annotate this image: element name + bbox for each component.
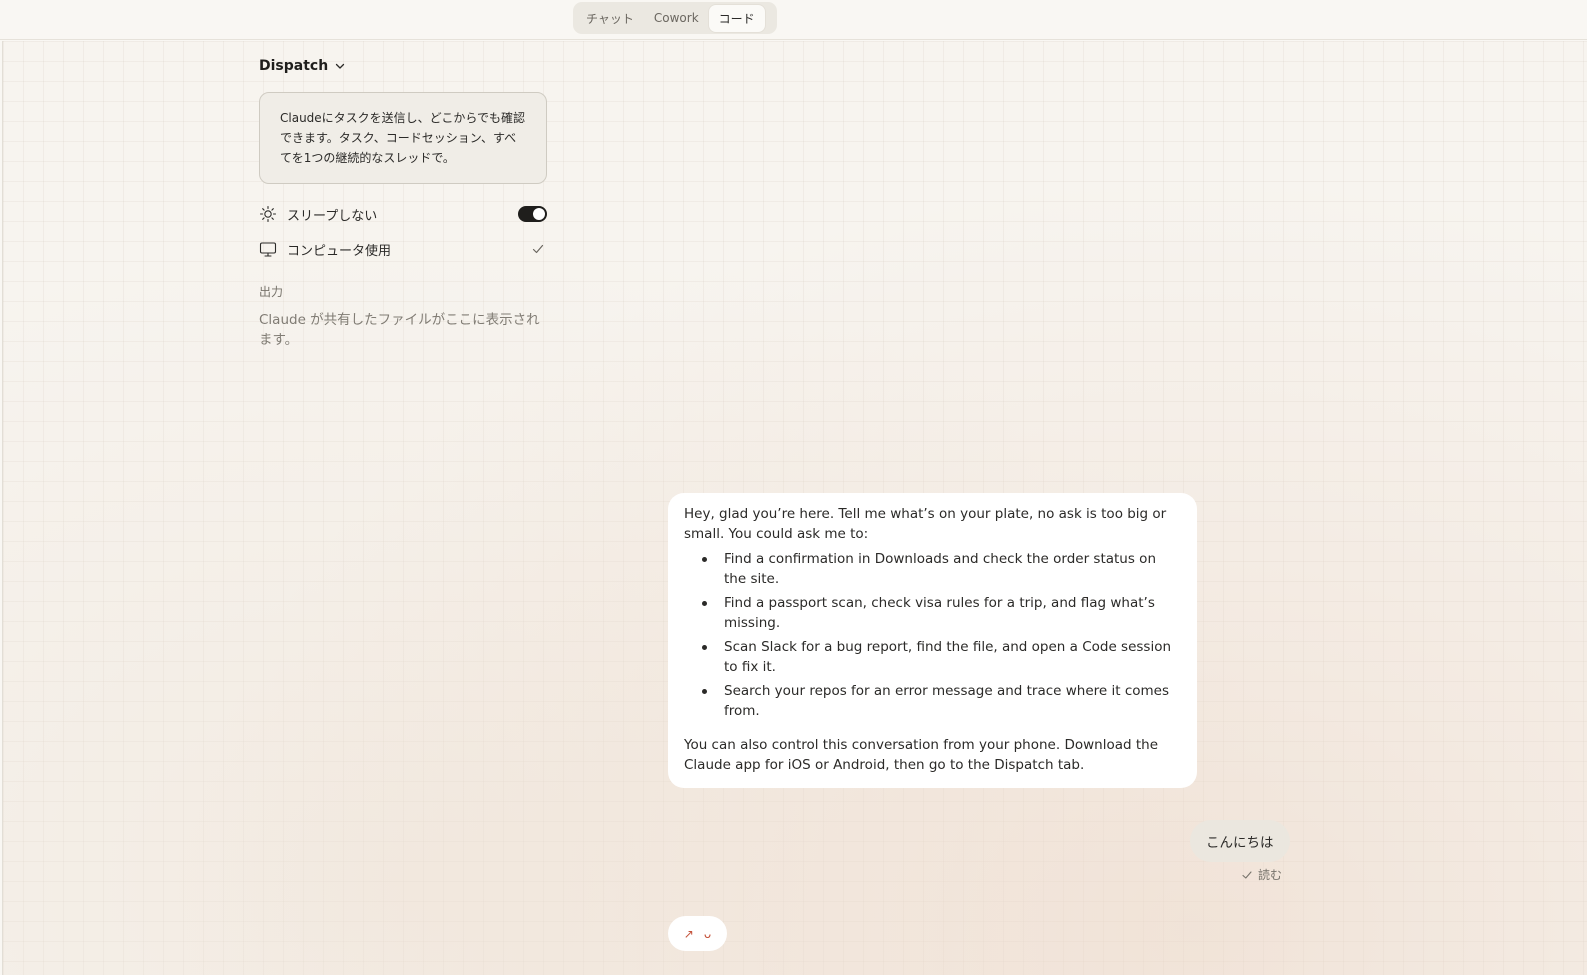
monitor-icon	[259, 240, 277, 258]
tab-code[interactable]: コード	[708, 4, 765, 32]
dispatch-dropdown[interactable]: Dispatch	[259, 58, 547, 74]
assistant-intro: Hey, glad you’re here. Tell me what’s on…	[684, 506, 1167, 542]
tab-cowork[interactable]: Cowork	[644, 5, 709, 32]
chevron-down-icon	[334, 60, 346, 72]
setting-computer-use: コンピュータ使用	[259, 237, 547, 261]
dispatch-title: Dispatch	[259, 58, 329, 74]
list-item: Search your repos for an error message a…	[684, 681, 1181, 721]
spark-glyph-left: ↗	[683, 926, 694, 941]
user-message-text: こんにちは	[1206, 835, 1274, 851]
read-receipt: 読む	[1241, 866, 1282, 883]
stay-awake-label: スリープしない	[287, 208, 378, 224]
thinking-indicator[interactable]: ↗ ᴗ	[668, 916, 727, 951]
output-empty-text: Claude が共有したファイルがここに表示されます。	[259, 312, 540, 348]
checkmark-icon[interactable]	[531, 242, 545, 256]
assistant-message: Hey, glad you’re here. Tell me what’s on…	[668, 493, 1197, 788]
mode-switcher: チャット Cowork コード	[573, 2, 777, 34]
user-message: こんにちは	[1190, 820, 1290, 862]
top-bar: チャット Cowork コード	[0, 0, 1587, 40]
assistant-outro: You can also control this conversation f…	[684, 737, 1158, 773]
stay-awake-toggle[interactable]	[518, 206, 547, 222]
sun-icon	[259, 205, 277, 223]
info-card: Claudeにタスクを送信し、どこからでも確認できます。タスク、コードセッション…	[259, 92, 547, 184]
tab-chat[interactable]: チャット	[576, 5, 644, 32]
computer-use-label: コンピュータ使用	[287, 243, 392, 259]
check-icon	[1241, 869, 1253, 881]
setting-stay-awake: スリープしない	[259, 202, 547, 226]
read-status: 読む	[1258, 868, 1283, 882]
list-item: Find a confirmation in Downloads and che…	[684, 549, 1181, 589]
output-section-label: 出力	[259, 285, 284, 299]
spark-glyph-right: ᴗ	[703, 926, 712, 941]
list-item: Scan Slack for a bug report, find the fi…	[684, 637, 1181, 677]
suggestion-list: Find a confirmation in Downloads and che…	[684, 549, 1181, 721]
list-item: Find a passport scan, check visa rules f…	[684, 593, 1181, 633]
dispatch-panel: Dispatch Claudeにタスクを送信し、どこからでも確認できます。タスク…	[259, 58, 547, 350]
